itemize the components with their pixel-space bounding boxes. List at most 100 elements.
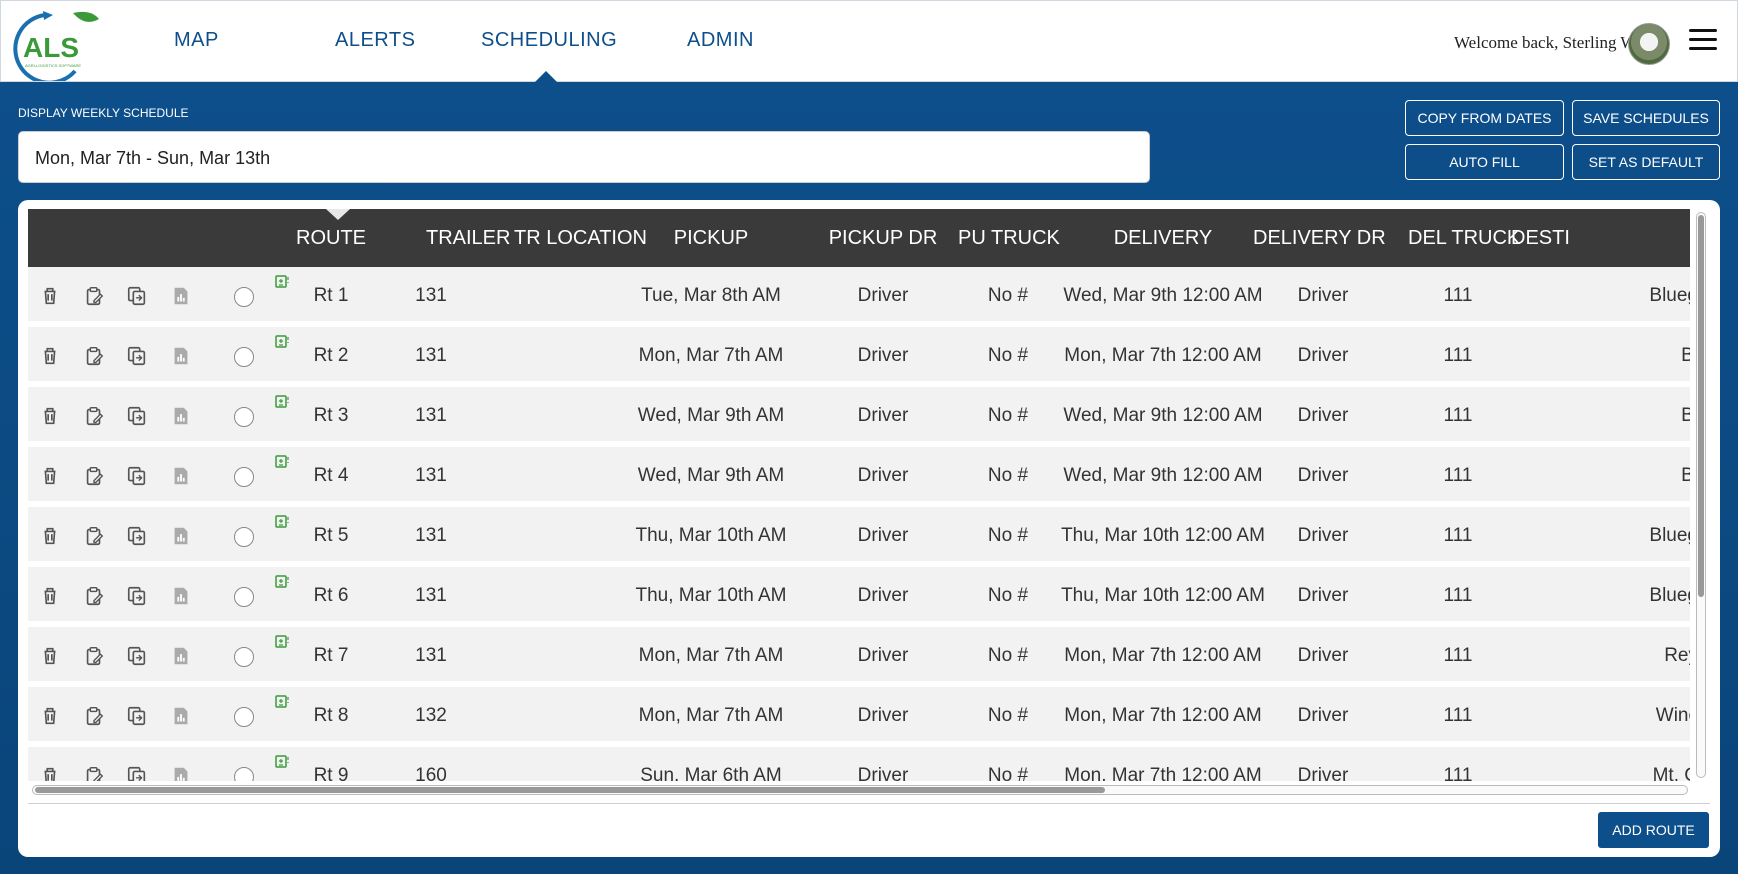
table-row[interactable]: Rt 3 131 Wed, Mar 9th AM Driver No # Wed, Mar… — [28, 387, 1690, 444]
edit-schedule-icon[interactable] — [83, 345, 105, 367]
duplicate-icon[interactable] — [126, 345, 148, 367]
trash-icon[interactable] — [39, 285, 61, 307]
nav-alerts[interactable]: ALERTS — [335, 29, 415, 52]
del-truck-cell[interactable]: 111 — [1378, 687, 1538, 744]
header-delivery-dr[interactable]: DELIVERY DR — [1253, 209, 1386, 267]
pickup-driver-cell[interactable]: Driver — [808, 447, 958, 504]
route-cell[interactable]: Rt 7 — [286, 627, 376, 684]
duplicate-icon[interactable] — [126, 645, 148, 667]
destination-cell[interactable]: Mt. C — [1638, 747, 1690, 781]
trailer-cell[interactable]: 131 — [386, 387, 476, 444]
route-cell[interactable]: Rt 4 — [286, 447, 376, 504]
header-route[interactable]: ROUTE — [296, 209, 366, 267]
duplicate-icon[interactable] — [126, 465, 148, 487]
route-cell[interactable]: Rt 5 — [286, 507, 376, 564]
pickup-driver-cell[interactable]: Driver — [808, 747, 958, 781]
trash-icon[interactable] — [39, 765, 61, 781]
pickup-driver-cell[interactable]: Driver — [808, 507, 958, 564]
report-icon[interactable] — [170, 585, 192, 607]
avatar[interactable] — [1628, 23, 1670, 65]
report-icon[interactable] — [170, 705, 192, 727]
pickup-driver-cell[interactable]: Driver — [808, 267, 958, 324]
trailer-cell[interactable]: 131 — [386, 447, 476, 504]
trash-icon[interactable] — [39, 465, 61, 487]
table-row[interactable]: Rt 4 131 Wed, Mar 9th AM Driver No # Wed, Mar… — [28, 447, 1690, 504]
edit-schedule-icon[interactable] — [83, 585, 105, 607]
table-row[interactable]: Rt 2 131 Mon, Mar 7th AM Driver No # Mon, Mar… — [28, 327, 1690, 384]
select-row-radio[interactable] — [234, 467, 254, 487]
route-cell[interactable]: Rt 6 — [286, 567, 376, 624]
trailer-cell[interactable]: 160 — [386, 747, 476, 781]
table-row[interactable]: Rt 9 160 Sun, Mar 6th AM Driver No # Mon, Mar… — [28, 747, 1690, 781]
del-truck-cell[interactable]: 111 — [1378, 507, 1538, 564]
destination-cell[interactable]: Blueg — [1638, 267, 1690, 324]
add-route-button[interactable]: ADD ROUTE — [1598, 812, 1709, 848]
report-icon[interactable] — [170, 765, 192, 781]
destination-cell[interactable]: Bi — [1638, 327, 1690, 384]
trash-icon[interactable] — [39, 525, 61, 547]
trailer-cell[interactable]: 131 — [386, 627, 476, 684]
edit-schedule-icon[interactable] — [83, 705, 105, 727]
del-truck-cell[interactable]: 111 — [1378, 447, 1538, 504]
route-cell[interactable]: Rt 8 — [286, 687, 376, 744]
select-row-radio[interactable] — [234, 707, 254, 727]
header-pickup[interactable]: PICKUP — [661, 209, 761, 267]
destination-cell[interactable]: Bi — [1638, 447, 1690, 504]
duplicate-icon[interactable] — [126, 585, 148, 607]
route-cell[interactable]: Rt 1 — [286, 267, 376, 324]
pickup-driver-cell[interactable]: Driver — [808, 687, 958, 744]
pickup-cell[interactable]: Mon, Mar 7th AM — [601, 687, 821, 744]
route-cell[interactable]: Rt 3 — [286, 387, 376, 444]
horizontal-scrollbar[interactable] — [32, 785, 1688, 795]
trash-icon[interactable] — [39, 585, 61, 607]
nav-map[interactable]: MAP — [174, 29, 219, 52]
nav-scheduling[interactable]: SCHEDULING — [481, 29, 617, 52]
del-truck-cell[interactable]: 111 — [1378, 327, 1538, 384]
pickup-cell[interactable]: Sun, Mar 6th AM — [601, 747, 821, 781]
header-trailer[interactable]: TRAILER — [426, 209, 510, 267]
duplicate-icon[interactable] — [126, 405, 148, 427]
edit-schedule-icon[interactable] — [83, 645, 105, 667]
pickup-cell[interactable]: Tue, Mar 8th AM — [601, 267, 821, 324]
table-row[interactable]: Rt 7 131 Mon, Mar 7th AM Driver No # Mon, Mar… — [28, 627, 1690, 684]
destination-cell[interactable]: Rey — [1638, 627, 1690, 684]
week-range-input[interactable]: Mon, Mar 7th - Sun, Mar 13th — [18, 131, 1150, 183]
pickup-cell[interactable]: Thu, Mar 10th AM — [601, 567, 821, 624]
trash-icon[interactable] — [39, 705, 61, 727]
edit-schedule-icon[interactable] — [83, 405, 105, 427]
del-truck-cell[interactable]: 111 — [1378, 267, 1538, 324]
report-icon[interactable] — [170, 465, 192, 487]
del-truck-cell[interactable]: 111 — [1378, 567, 1538, 624]
header-tr-location[interactable]: TR LOCATION — [514, 209, 647, 267]
header-pickup-dr[interactable]: PICKUP DR — [823, 209, 943, 267]
destination-cell[interactable]: Blueg — [1638, 567, 1690, 624]
report-icon[interactable] — [170, 345, 192, 367]
edit-schedule-icon[interactable] — [83, 765, 105, 781]
duplicate-icon[interactable] — [126, 765, 148, 781]
header-delivery[interactable]: DELIVERY — [1103, 209, 1223, 267]
nav-admin[interactable]: ADMIN — [687, 29, 754, 52]
vertical-scrollbar[interactable] — [1696, 212, 1706, 778]
hamburger-menu-icon[interactable] — [1689, 29, 1717, 51]
select-row-radio[interactable] — [234, 767, 254, 781]
select-row-radio[interactable] — [234, 587, 254, 607]
report-icon[interactable] — [170, 645, 192, 667]
pickup-cell[interactable]: Mon, Mar 7th AM — [601, 627, 821, 684]
pickup-driver-cell[interactable]: Driver — [808, 327, 958, 384]
select-row-radio[interactable] — [234, 287, 254, 307]
vertical-scroll-thumb[interactable] — [1698, 215, 1704, 597]
table-row[interactable]: Rt 6 131 Thu, Mar 10th AM Driver No # Thu, Ma… — [28, 567, 1690, 624]
header-pu-truck[interactable]: PU TRUCK — [958, 209, 1060, 267]
auto-fill-button[interactable]: AUTO FILL — [1405, 144, 1564, 180]
report-icon[interactable] — [170, 525, 192, 547]
select-row-radio[interactable] — [234, 527, 254, 547]
header-del-truck[interactable]: DEL TRUCK — [1408, 209, 1520, 267]
select-row-radio[interactable] — [234, 647, 254, 667]
set-as-default-button[interactable]: SET AS DEFAULT — [1572, 144, 1720, 180]
report-icon[interactable] — [170, 405, 192, 427]
trailer-cell[interactable]: 131 — [386, 507, 476, 564]
table-row[interactable]: Rt 5 131 Thu, Mar 10th AM Driver No # Thu, Ma… — [28, 507, 1690, 564]
route-cell[interactable]: Rt 2 — [286, 327, 376, 384]
del-truck-cell[interactable]: 111 — [1378, 387, 1538, 444]
trailer-cell[interactable]: 132 — [386, 687, 476, 744]
